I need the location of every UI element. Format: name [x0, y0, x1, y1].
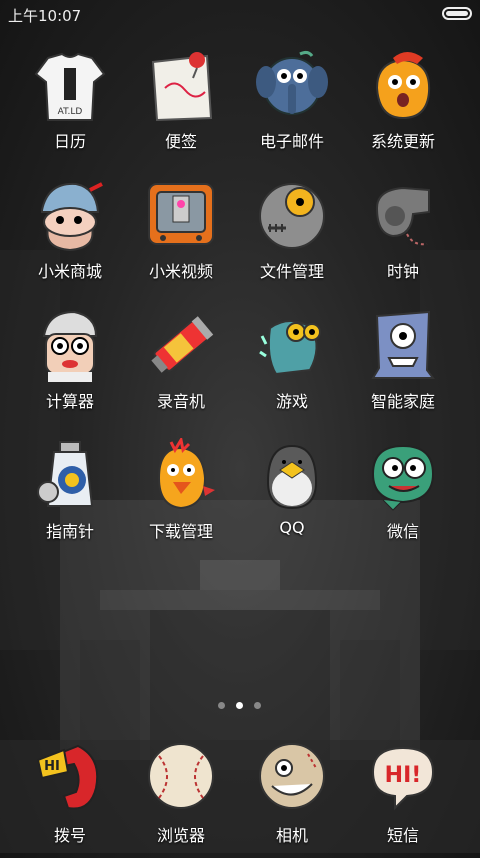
app-clock[interactable]: 时钟	[348, 178, 458, 298]
download-bird-icon	[157, 438, 215, 510]
whistle-icon	[375, 186, 430, 246]
page-dot-active[interactable]	[236, 702, 243, 709]
app-download-manager[interactable]: 下载管理	[126, 438, 236, 558]
app-qq[interactable]: QQ	[237, 438, 347, 558]
app-mi-video[interactable]: 小米视频	[126, 178, 236, 298]
page-dot[interactable]	[254, 702, 261, 709]
battery-icon	[442, 7, 472, 20]
dock-browser[interactable]: 浏览器	[126, 738, 236, 858]
app-label: 文件管理	[259, 262, 324, 281]
file-manager-robot-icon	[259, 183, 325, 249]
page-dot[interactable]	[218, 702, 225, 709]
dock-label: 相机	[275, 826, 308, 845]
app-label: 系统更新	[370, 132, 435, 151]
app-system-update[interactable]: 系统更新	[348, 48, 458, 168]
notes-paper-icon	[151, 52, 213, 122]
status-time: 上午10:07	[8, 7, 82, 25]
app-label: 小米商城	[37, 262, 102, 281]
phone-icon: HI	[36, 744, 99, 810]
dock-camera[interactable]: 相机	[237, 738, 347, 858]
app-label: 录音机	[156, 392, 205, 411]
dock-messages[interactable]: HI! 短信	[348, 738, 458, 858]
games-dino-icon	[259, 320, 321, 376]
app-mi-store[interactable]: 小米商城	[15, 178, 125, 298]
app-label: 指南针	[45, 522, 94, 541]
paint-tube-icon	[151, 316, 214, 373]
app-label: 便签	[164, 132, 197, 151]
app-email[interactable]: 电子邮件	[237, 48, 347, 168]
baseball-browser-icon	[148, 743, 214, 809]
compass-jar-icon	[37, 441, 94, 507]
update-creature-icon	[375, 52, 431, 120]
qq-penguin-icon	[266, 444, 318, 510]
tv-icon	[148, 183, 214, 245]
smart-home-monster-icon	[371, 310, 435, 379]
mi-store-face-icon	[41, 182, 103, 252]
status-bar: 上午10:07	[0, 0, 480, 28]
app-label: 小米视频	[148, 262, 213, 281]
app-recorder[interactable]: 录音机	[126, 308, 236, 428]
app-label: 智能家庭	[370, 392, 435, 411]
calendar-shirt-icon: AT.LD	[34, 52, 106, 121]
dock-label: 浏览器	[156, 826, 205, 845]
app-compass[interactable]: 指南针	[15, 438, 125, 558]
app-label: 电子邮件	[259, 132, 324, 151]
app-label: 微信	[386, 522, 419, 541]
app-label: 下载管理	[148, 522, 213, 541]
calendar-badge-text: AT.LD	[58, 107, 83, 117]
wechat-zombie-icon	[371, 444, 435, 511]
app-calendar[interactable]: AT.LD 日历	[15, 48, 125, 168]
messages-bubble-icon: HI!	[371, 746, 435, 811]
app-label: 日历	[53, 132, 86, 151]
calculator-face-icon	[42, 310, 98, 382]
email-elephant-icon	[256, 50, 328, 115]
phone-badge-text: HI	[44, 759, 60, 774]
dock-label: 短信	[386, 826, 419, 845]
page-indicator	[0, 700, 480, 712]
messages-badge-text: HI!	[385, 763, 422, 788]
app-smart-home[interactable]: 智能家庭	[348, 308, 458, 428]
dock-label: 拨号	[53, 826, 86, 845]
app-games[interactable]: 游戏	[237, 308, 347, 428]
app-label: 时钟	[386, 262, 419, 281]
app-notes[interactable]: 便签	[126, 48, 236, 168]
app-label: 计算器	[45, 392, 94, 411]
app-calculator[interactable]: 计算器	[15, 308, 125, 428]
app-label: 游戏	[275, 392, 308, 411]
app-label: QQ	[279, 518, 305, 537]
camera-ball-face-icon	[259, 743, 325, 809]
dock-phone[interactable]: HI 拨号	[15, 738, 125, 858]
app-file-manager[interactable]: 文件管理	[237, 178, 347, 298]
app-wechat[interactable]: 微信	[348, 438, 458, 558]
